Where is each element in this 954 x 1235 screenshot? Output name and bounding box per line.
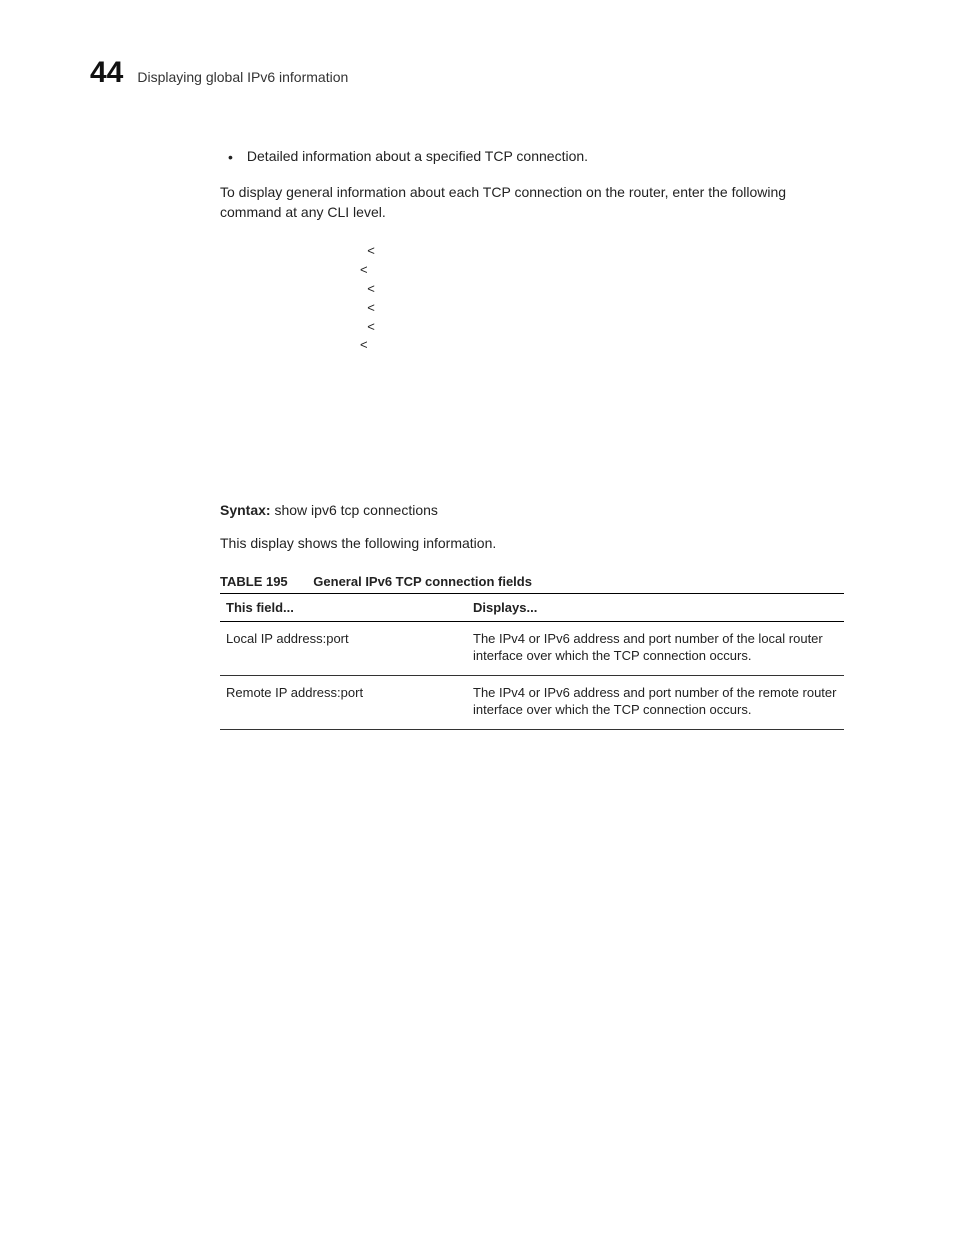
table-cell-desc: The IPv4 or IPv6 address and port number… (467, 621, 844, 675)
follow-paragraph: This display shows the following informa… (220, 534, 844, 554)
syntax-line: Syntax: show ipv6 tcp connections (220, 502, 844, 518)
intro-paragraph: To display general information about eac… (220, 183, 844, 222)
table-header-field: This field... (220, 593, 467, 621)
table-cell-desc: The IPv4 or IPv6 address and port number… (467, 675, 844, 729)
table-header-displays: Displays... (467, 593, 844, 621)
page-content: • Detailed information about a specified… (220, 148, 844, 730)
page-header-title: Displaying global IPv6 information (137, 69, 348, 85)
page-number: 44 (90, 58, 123, 88)
table-number: TABLE 195 (220, 574, 288, 589)
table-header-row: This field... Displays... (220, 593, 844, 621)
syntax-label: Syntax: (220, 502, 271, 518)
table-cell-field: Remote IP address:port (220, 675, 467, 729)
table-caption: TABLE 195 General IPv6 TCP connection fi… (220, 574, 844, 589)
fields-table: This field... Displays... Local IP addre… (220, 593, 844, 730)
table-cell-field: Local IP address:port (220, 621, 467, 675)
page-header: 44 Displaying global IPv6 information (90, 58, 844, 88)
table-row: Local IP address:port The IPv4 or IPv6 a… (220, 621, 844, 675)
table-row: Remote IP address:port The IPv4 or IPv6 … (220, 675, 844, 729)
page: 44 Displaying global IPv6 information • … (0, 0, 954, 1235)
bullet-text: Detailed information about a specified T… (247, 148, 588, 164)
table-title: General IPv6 TCP connection fields (313, 574, 532, 589)
syntax-value: show ipv6 tcp connections (274, 502, 437, 518)
bullet-icon: • (228, 149, 233, 165)
bullet-item: • Detailed information about a specified… (220, 148, 844, 165)
code-block: < < < < < < (220, 242, 844, 502)
